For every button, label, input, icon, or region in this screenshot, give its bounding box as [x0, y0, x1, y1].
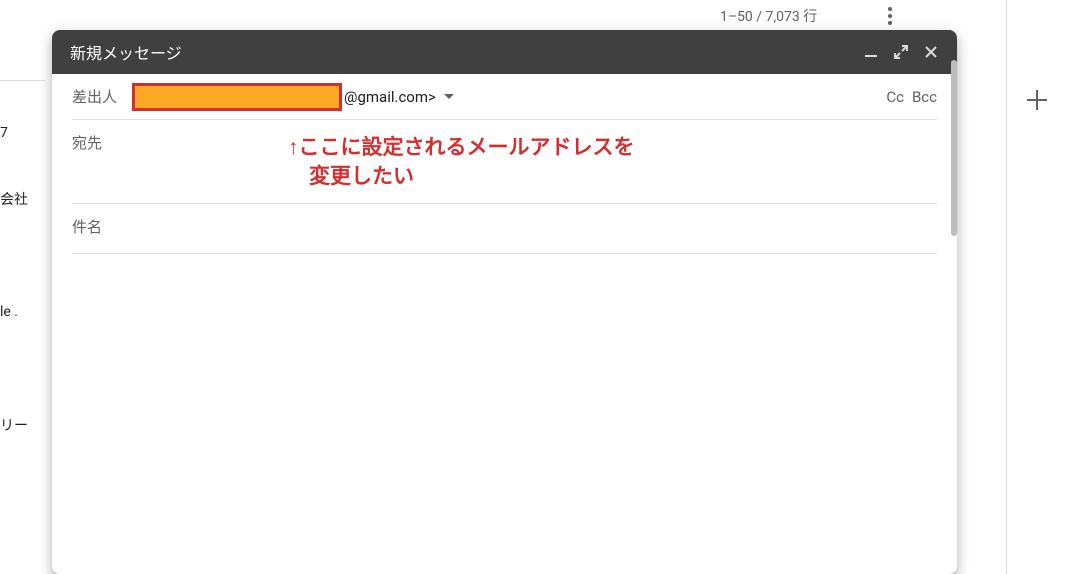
to-row[interactable]: 宛先 ↑ここに設定されるメールアドレスを 変更したい [72, 120, 937, 204]
compose-header[interactable]: 新規メッセージ [52, 30, 957, 74]
compose-body-area[interactable] [72, 254, 937, 554]
bcc-button[interactable]: Bcc [912, 88, 937, 106]
page-count-label: 1–50 / 7,073 行 [720, 6, 817, 26]
expand-icon[interactable] [893, 44, 909, 60]
divider [0, 80, 45, 81]
from-domain: @gmail.com> [344, 88, 436, 106]
sidebar-fragment-1: 7 [0, 125, 8, 141]
from-address-redacted [132, 83, 342, 111]
from-label: 差出人 [72, 86, 132, 107]
cc-button[interactable]: Cc [886, 88, 904, 106]
sidebar-fragment-3: le . [0, 304, 18, 320]
subject-row[interactable]: 件名 [72, 204, 937, 254]
left-edge-fragment: 7 会社 le . リー [0, 0, 45, 574]
to-label: 宛先 [72, 132, 132, 153]
close-icon[interactable] [923, 44, 939, 60]
side-panel [1006, 0, 1066, 574]
sidebar-fragment-4: リー [0, 415, 28, 435]
compose-title: 新規メッセージ [70, 40, 863, 64]
subject-label: 件名 [72, 216, 132, 237]
sidebar-fragment-2: 会社 [0, 189, 28, 209]
more-options-icon[interactable] [880, 6, 900, 26]
annotation-text: ↑ここに設定されるメールアドレスを 変更したい [288, 134, 635, 193]
minimize-icon[interactable] [863, 44, 879, 60]
compose-body: 差出人 @gmail.com> Cc Bcc 宛先 ↑ここに設定されるメールアド… [52, 74, 957, 574]
compose-window: 新規メッセージ 差出人 @gmail.com> [52, 30, 957, 574]
scrollbar[interactable] [951, 60, 957, 236]
chevron-down-icon[interactable] [444, 94, 454, 99]
plus-icon[interactable] [1027, 90, 1047, 110]
from-row: 差出人 @gmail.com> Cc Bcc [72, 74, 937, 120]
